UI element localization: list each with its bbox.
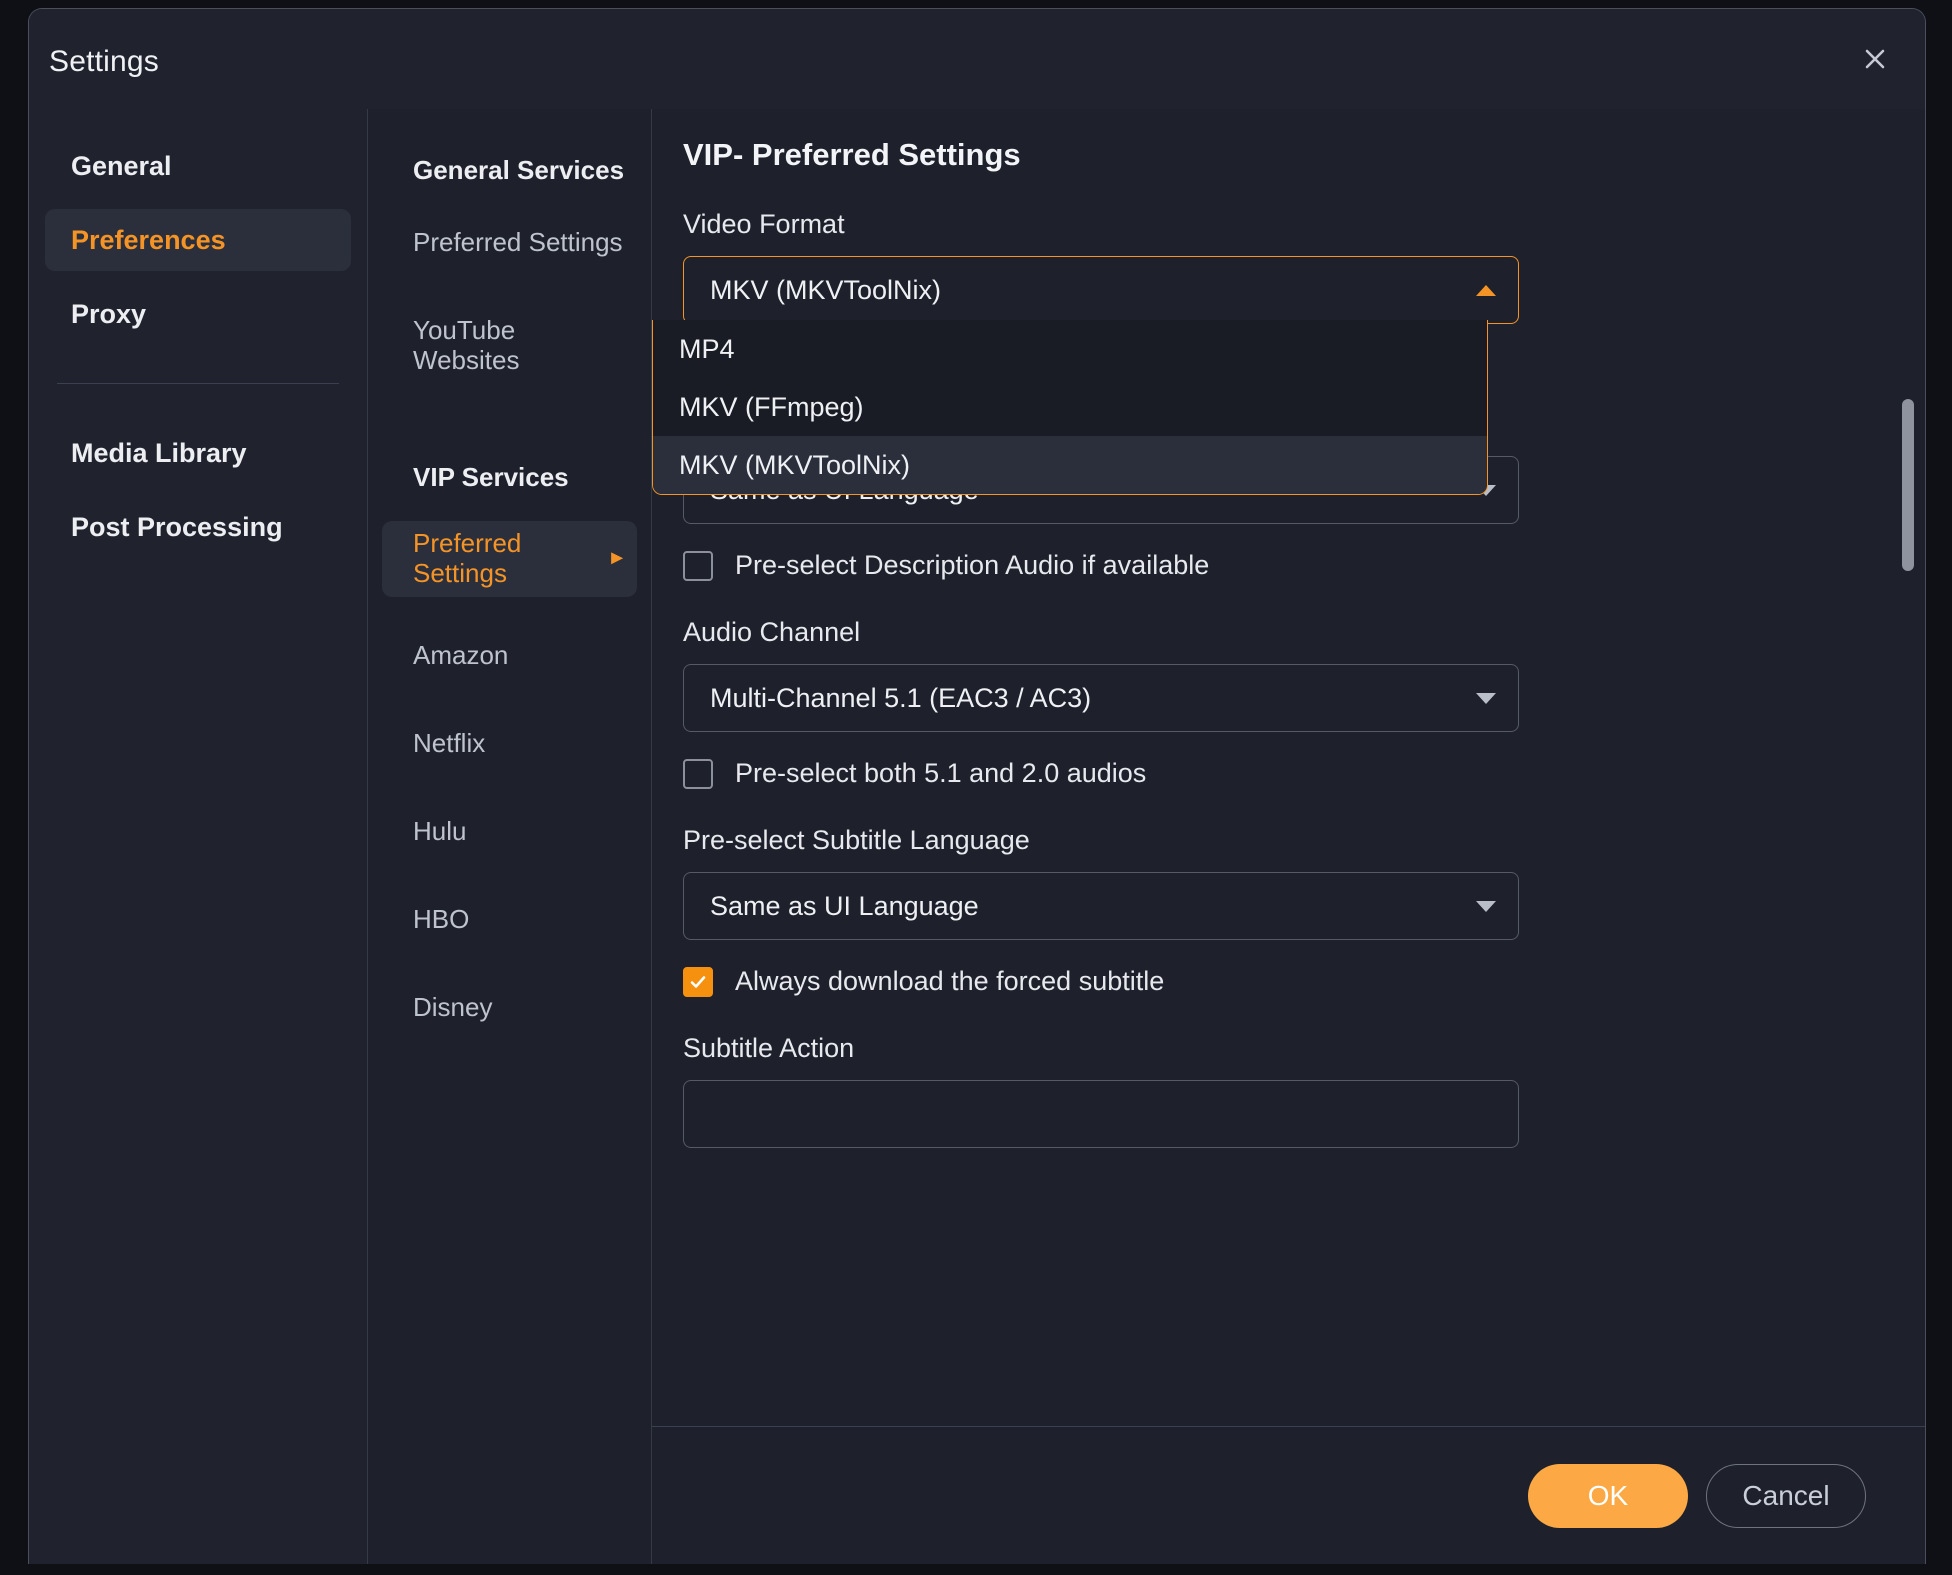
close-button[interactable] (1851, 35, 1899, 83)
general-services-heading: General Services (413, 155, 625, 185)
audio-channel-value: Multi-Channel 5.1 (EAC3 / AC3) (710, 682, 1092, 713)
subtitle-language-value: Same as UI Language (710, 890, 979, 921)
main-scrollbar-track[interactable] (1902, 259, 1914, 1416)
caret-right-icon: ► (607, 547, 627, 570)
service-item-general-preferred-settings[interactable]: Preferred Settings (382, 214, 637, 272)
main-scrollbar-thumb[interactable] (1902, 399, 1914, 571)
subtitle-language-label: Pre-select Subtitle Language (683, 825, 1030, 855)
sidebar-divider (57, 383, 339, 384)
dropdown-option-label: MKV (MKVToolNix) (679, 449, 911, 480)
sidebar-item-post-processing[interactable]: Post Processing (45, 496, 351, 558)
service-item-label-2: Websites (413, 344, 520, 375)
service-item-label: Preferred Settings (413, 527, 522, 588)
sidebar-item-preferences[interactable]: Preferences (45, 209, 351, 271)
dialog-title: Settings (49, 45, 159, 78)
description-audio-label: Pre-select Description Audio if availabl… (735, 550, 1210, 580)
chevron-up-icon (1476, 284, 1496, 296)
close-icon (1860, 44, 1890, 74)
service-item-disney[interactable]: Disney (382, 979, 637, 1037)
sidebar-item-label: General (71, 150, 172, 181)
dropdown-option-mkv-ffmpeg[interactable]: MKV (FFmpeg) (653, 378, 1487, 436)
video-format-select[interactable]: MKV (MKVToolNix) (683, 256, 1519, 324)
both-audios-row: Pre-select both 5.1 and 2.0 audios (683, 758, 1925, 789)
sidebar-item-proxy[interactable]: Proxy (45, 283, 351, 345)
dropdown-option-label: MKV (FFmpeg) (679, 391, 864, 422)
service-item-hulu[interactable]: Hulu (382, 803, 637, 861)
forced-subtitle-label: Always download the forced subtitle (735, 966, 1165, 996)
cancel-button[interactable]: Cancel (1706, 1463, 1866, 1528)
cancel-button-label: Cancel (1742, 1479, 1830, 1511)
main-panel: VIP- Preferred Settings Video Format MKV… (652, 109, 1925, 1564)
chevron-down-icon (1476, 900, 1496, 912)
ok-button-label: OK (1587, 1479, 1629, 1511)
subtitle-action-select[interactable] (683, 1080, 1519, 1148)
dropdown-option-mp4[interactable]: MP4 (653, 320, 1487, 378)
dropdown-option-mkv-mkvtoolnix[interactable]: MKV (MKVToolNix) (653, 436, 1487, 494)
service-item-hbo[interactable]: HBO (382, 891, 637, 949)
services-nav: General Services Preferred Settings YouT… (368, 109, 652, 1564)
settings-scroll-area: VIP- Preferred Settings Video Format MKV… (652, 109, 1925, 1426)
sidebar-item-media-library[interactable]: Media Library (45, 422, 351, 484)
sidebar-item-label: Preferences (71, 224, 226, 255)
audio-channel-label: Audio Channel (683, 617, 861, 647)
service-item-youtube-websites[interactable]: YouTube Websites (382, 302, 637, 390)
dialog-titlebar: Settings (29, 9, 1925, 109)
description-audio-row: Pre-select Description Audio if availabl… (683, 550, 1925, 581)
sidebar-item-label: Proxy (71, 298, 147, 329)
service-item-label: HBO (413, 903, 470, 934)
both-audios-label: Pre-select both 5.1 and 2.0 audios (735, 758, 1147, 788)
settings-dialog: Settings General Preferences Proxy Media… (28, 8, 1926, 1564)
video-format-dropdown-list: MP4 MKV (FFmpeg) MKV (MKVToolNix) (652, 320, 1488, 495)
dialog-footer: OK Cancel (652, 1426, 1925, 1564)
service-item-label: YouTube (413, 315, 516, 345)
ok-button[interactable]: OK (1528, 1463, 1688, 1528)
service-item-label: Amazon (413, 639, 509, 670)
screen: Settings General Preferences Proxy Media… (0, 0, 1952, 1575)
description-audio-checkbox[interactable] (683, 550, 713, 581)
video-format-label: Video Format (683, 209, 845, 239)
vip-services-heading: VIP Services (413, 461, 569, 492)
audio-channel-select[interactable]: Multi-Channel 5.1 (EAC3 / AC3) (683, 664, 1519, 732)
subtitle-language-select[interactable]: Same as UI Language (683, 872, 1519, 940)
service-item-vip-preferred-settings[interactable]: Preferred Settings ► (382, 520, 637, 597)
sidebar-nav: General Preferences Proxy Media Library … (29, 109, 368, 1564)
forced-subtitle-row: Always download the forced subtitle (683, 966, 1925, 997)
chevron-down-icon (1476, 692, 1496, 704)
check-icon (688, 972, 708, 992)
video-format-value: MKV (MKVToolNix) (710, 274, 942, 305)
service-item-label: Netflix (413, 727, 486, 758)
both-audios-checkbox[interactable] (683, 758, 713, 789)
service-item-label: Hulu (413, 815, 467, 846)
service-item-netflix[interactable]: Netflix (382, 715, 637, 773)
sidebar-item-label: Post Processing (71, 511, 283, 542)
page-title: VIP- Preferred Settings (683, 137, 1021, 172)
sidebar-item-label: Media Library (71, 437, 247, 468)
sidebar-item-general[interactable]: General (45, 135, 351, 197)
subtitle-action-label: Subtitle Action (683, 1033, 855, 1063)
dropdown-option-label: MP4 (679, 333, 735, 364)
dialog-body: General Preferences Proxy Media Library … (29, 109, 1925, 1564)
service-item-label: Disney (413, 991, 493, 1022)
forced-subtitle-checkbox[interactable] (683, 966, 713, 997)
service-item-amazon[interactable]: Amazon (382, 627, 637, 685)
service-item-label: Preferred Settings (413, 227, 623, 258)
